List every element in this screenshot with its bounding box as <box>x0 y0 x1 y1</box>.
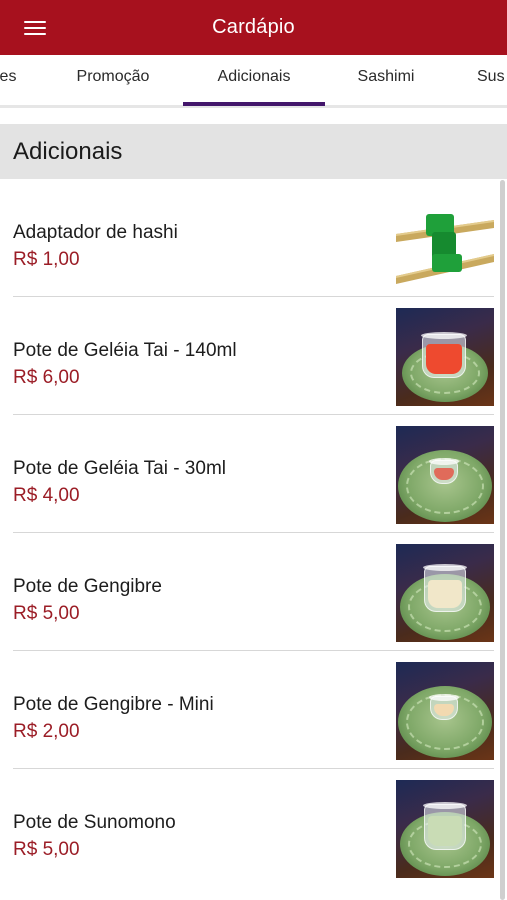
menu-item[interactable]: Pote de Gengibre - Mini R$ 2,00 <box>0 651 494 769</box>
item-name: Pote de Gengibre - Mini <box>13 694 214 715</box>
item-price: R$ 1,00 <box>13 249 80 270</box>
item-photo <box>396 426 494 524</box>
tab-sushi-partial[interactable]: Sus <box>477 55 507 105</box>
section-header: Adicionais <box>0 124 507 179</box>
item-photo <box>396 544 494 642</box>
hashi-adapter-image <box>396 190 494 288</box>
item-price: R$ 2,00 <box>13 721 80 742</box>
scrollbar[interactable] <box>500 180 505 900</box>
app-bar: Cardápio <box>0 0 507 55</box>
menu-item[interactable]: Pote de Geléia Tai - 140ml R$ 6,00 <box>0 297 494 415</box>
app-title: Cardápio <box>212 16 295 38</box>
tab-sashimi[interactable]: Sashimi <box>340 55 432 105</box>
item-price: R$ 6,00 <box>13 367 80 388</box>
menu-item[interactable]: Pote de Gengibre R$ 5,00 <box>0 533 494 651</box>
item-name: Pote de Sunomono <box>13 812 176 833</box>
category-tabs: es Promoção Adicionais Sashimi Sus <box>0 55 507 108</box>
tab-promocao[interactable]: Promoção <box>58 55 168 105</box>
item-price: R$ 5,00 <box>13 603 80 624</box>
selected-tab-indicator <box>183 102 325 106</box>
item-photo <box>396 780 494 878</box>
tab-adicionais[interactable]: Adicionais <box>183 55 325 105</box>
item-photo <box>396 190 494 288</box>
item-name: Pote de Gengibre <box>13 576 162 597</box>
item-price: R$ 4,00 <box>13 485 80 506</box>
item-photo <box>396 308 494 406</box>
menu-item[interactable]: Adaptador de hashi R$ 1,00 <box>0 179 494 297</box>
item-name: Pote de Geléia Tai - 140ml <box>13 340 237 361</box>
section-title: Adicionais <box>13 138 123 165</box>
menu-item[interactable]: Pote de Geléia Tai - 30ml R$ 4,00 <box>0 415 494 533</box>
item-photo <box>396 662 494 760</box>
tab-partial-left[interactable]: es <box>0 55 28 105</box>
item-name: Adaptador de hashi <box>13 222 178 243</box>
menu-item[interactable]: Pote de Sunomono R$ 5,00 <box>0 769 494 887</box>
item-name: Pote de Geléia Tai - 30ml <box>13 458 226 479</box>
item-price: R$ 5,00 <box>13 839 80 860</box>
